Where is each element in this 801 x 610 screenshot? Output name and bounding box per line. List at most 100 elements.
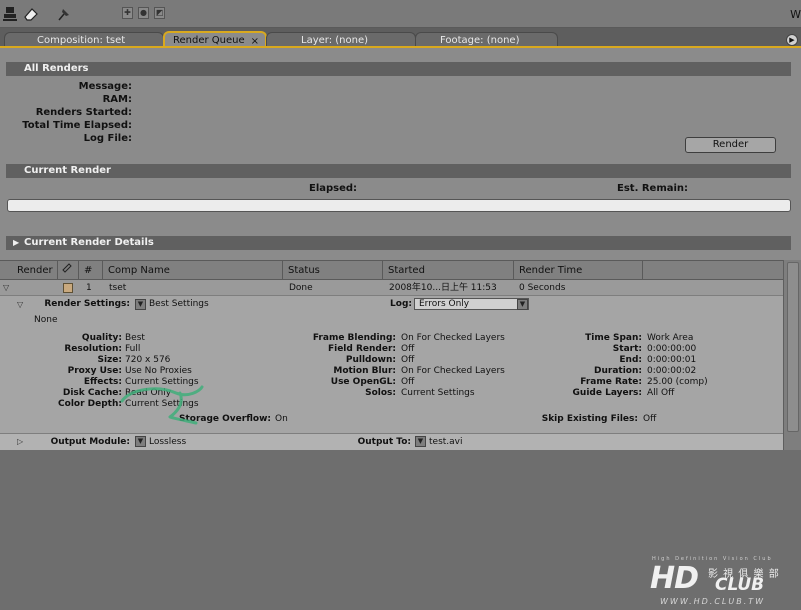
quality-value: Best [125, 333, 145, 343]
storage-overflow-value: On [275, 414, 288, 424]
guide-layers-label: Guide Layers: [572, 388, 642, 398]
field-render-label: Field Render: [327, 344, 396, 354]
log-file-label: Log File: [83, 133, 132, 144]
frame-rate-value: 25.00 (comp) [647, 377, 708, 387]
column-header-render[interactable]: Render [12, 261, 58, 280]
green-scribble-annotation [120, 385, 204, 425]
effects-label: Effects: [83, 377, 122, 387]
queue-header-row: Render # Comp Name Status Started Render… [0, 260, 783, 280]
view-axis-icon[interactable]: ◩ [154, 7, 165, 19]
render-settings-value[interactable]: Best Settings [149, 299, 209, 309]
render-progress-bar [7, 199, 791, 212]
motion-blur-value: On For Checked Layers [401, 366, 505, 376]
frame-blending-value: On For Checked Layers [401, 333, 505, 343]
all-renders-title: All Renders [24, 63, 89, 74]
stamp-icon[interactable] [1, 5, 19, 23]
solos-label: Solos: [365, 388, 396, 398]
skip-existing-label: Skip Existing Files: [541, 414, 638, 424]
proxy-use-label: Proxy Use: [67, 366, 122, 376]
current-render-title: Current Render [24, 165, 111, 176]
render-settings-sub: None [34, 315, 58, 325]
size-label: Size: [97, 355, 122, 365]
column-header-label[interactable] [58, 261, 79, 280]
output-to-label: Output To: [357, 437, 411, 447]
column-header-comp-name[interactable]: Comp Name [103, 261, 283, 280]
queue-item-status: Done [289, 283, 313, 293]
ram-label: RAM: [102, 94, 132, 105]
watermark-url: WWW.HD.CLUB.TW [660, 597, 766, 606]
puppet-pin-icon[interactable] [55, 5, 73, 23]
pulldown-label: Pulldown: [345, 355, 396, 365]
render-button[interactable]: Render [685, 137, 776, 153]
output-module-dropdown-icon[interactable]: ▼ [135, 436, 146, 447]
time-span-label: Time Span: [585, 333, 642, 343]
output-expand-icon[interactable]: ▷ [17, 437, 23, 446]
collapse-arrow-icon[interactable]: ▽ [3, 283, 9, 292]
tab-layer-label: Layer: (none) [301, 35, 369, 46]
queue-item-comp-name[interactable]: tset [109, 280, 126, 296]
local-axis-icon[interactable]: ✚ [122, 7, 133, 19]
current-render-details-header[interactable]: ▶ Current Render Details [6, 236, 791, 250]
all-renders-header: All Renders [6, 62, 791, 76]
solos-value: Current Settings [401, 388, 475, 398]
use-opengl-label: Use OpenGL: [330, 377, 396, 387]
pulldown-value: Off [401, 355, 415, 365]
message-label: Message: [78, 81, 132, 92]
duration-value: 0:00:00:02 [647, 366, 697, 376]
expand-arrow-icon[interactable]: ▶ [13, 236, 19, 250]
column-header-number[interactable]: # [79, 261, 103, 280]
resolution-label: Resolution: [64, 344, 122, 354]
watermark-logo-club: CLUB [715, 575, 765, 595]
panel-menu-icon[interactable]: ▶ [786, 34, 798, 46]
queue-item-render-time: 0 Seconds [519, 283, 566, 293]
use-opengl-value: Off [401, 377, 415, 387]
queue-scrollbar[interactable] [783, 260, 801, 450]
resolution-value: Full [125, 344, 141, 354]
queue-scroll-thumb[interactable] [787, 262, 799, 432]
output-module-label: Output Module: [50, 437, 130, 447]
queue-item-number: 1 [86, 283, 92, 293]
field-render-value: Off [401, 344, 415, 354]
output-module-row: ▷ Output Module: ▼ Lossless Output To: ▼… [0, 433, 783, 450]
tools-toolbar: ✚ ● ◩ W [0, 0, 801, 28]
current-render-details-title: Current Render Details [24, 237, 154, 248]
frame-rate-label: Frame Rate: [580, 377, 642, 387]
tab-render-queue-label: Render Queue [173, 35, 245, 46]
motion-blur-label: Motion Blur: [333, 366, 396, 376]
column-header-status[interactable]: Status [283, 261, 383, 280]
total-time-elapsed-label: Total Time Elapsed: [22, 120, 132, 131]
render-settings-dropdown-icon[interactable]: ▼ [135, 299, 146, 310]
column-header-render-time[interactable]: Render Time [514, 261, 643, 280]
frame-blending-label: Frame Blending: [312, 333, 396, 343]
color-depth-label: Color Depth: [58, 399, 122, 409]
size-value: 720 x 576 [125, 355, 171, 365]
output-to-value[interactable]: test.avi [429, 437, 463, 447]
time-span-value: Work Area [647, 333, 694, 343]
guide-layers-value: All Off [647, 388, 675, 398]
start-value: 0:00:00:00 [647, 344, 697, 354]
chevron-down-icon[interactable]: ▼ [517, 299, 528, 310]
log-dropdown-value: Errors Only [419, 299, 470, 309]
queue-item-row[interactable]: ▽ 1 tset Done 2008年10...日上午 11:53 0 Seco… [0, 280, 783, 296]
log-dropdown[interactable]: Errors Only ▼ [414, 298, 529, 310]
start-label: Start: [612, 344, 642, 354]
current-render-header: Current Render [6, 164, 791, 178]
eraser-icon[interactable] [22, 5, 40, 23]
log-label: Log: [390, 299, 412, 309]
render-settings-collapse-icon[interactable]: ▽ [17, 300, 23, 309]
tab-footage-label: Footage: (none) [440, 35, 520, 46]
output-module-value[interactable]: Lossless [149, 437, 186, 447]
end-label: End: [619, 355, 642, 365]
output-to-dropdown-icon[interactable]: ▼ [415, 436, 426, 447]
label-color-swatch[interactable] [63, 283, 73, 293]
duration-label: Duration: [594, 366, 642, 376]
column-header-started[interactable]: Started [383, 261, 514, 280]
render-settings-label: Render Settings: [44, 299, 130, 309]
renders-started-label: Renders Started: [35, 107, 132, 118]
world-axis-icon[interactable]: ● [138, 7, 149, 19]
disk-cache-label: Disk Cache: [62, 388, 122, 398]
est-remain-label: Est. Remain: [617, 183, 689, 194]
render-queue-panel: All Renders Message: RAM: Renders Starte… [0, 48, 801, 610]
workspace-label[interactable]: W [790, 8, 801, 21]
skip-existing-value: Off [643, 414, 657, 424]
